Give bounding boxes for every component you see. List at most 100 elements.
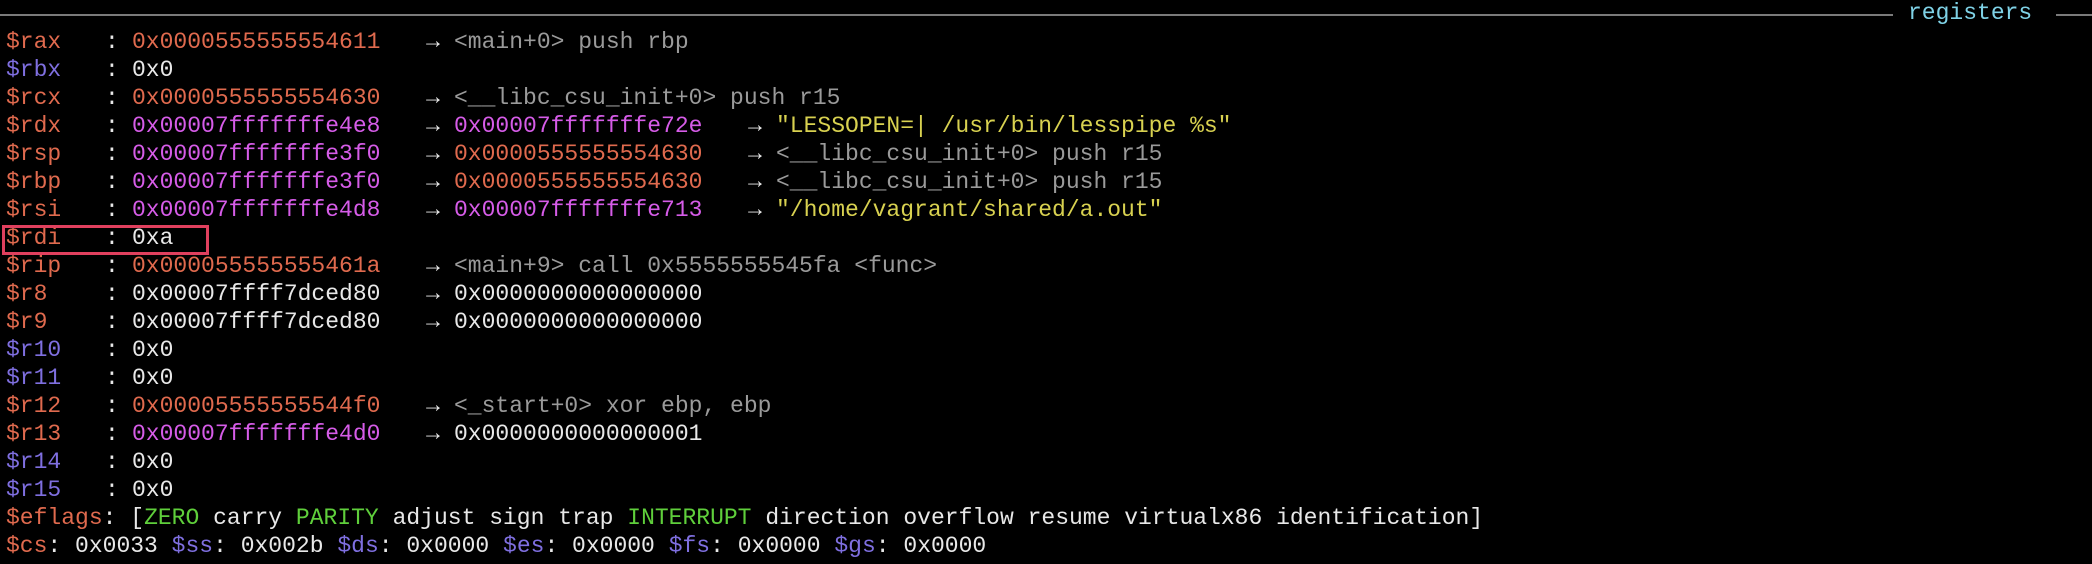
register-value: 0x0 [132,57,174,83]
dereference-arrow: → [748,141,762,167]
dereferenced-value: 0x00007fffffffe72e [454,113,703,139]
register-name: $r11 [6,365,62,391]
dereferenced-value: <main+0> push rbp [454,29,689,55]
terminal-window: registers $rax: 0x0000555555554611 → <main+… [0,0,2092,564]
segment-register-name: $ds [337,533,379,559]
eflag-item: adjust [392,505,476,531]
dereference-arrow: → [426,29,440,55]
register-name: $r8 [6,281,48,307]
register-name: $rcx [6,85,62,111]
dereferenced-value: 0x00007fffffffe713 [454,197,703,223]
register-list: $rax: 0x0000555555554611 → <main+0> push rb… [6,28,1231,504]
register-row: $rdx:0x00007fffffffe4e8 → 0x00007fffffffe7… [6,112,1231,140]
dereference-arrow: → [426,393,440,419]
register-value: 0x0000555555554630 [132,85,381,111]
register-value: 0x00007fffffffe3f0 [132,141,381,167]
eflag-item: virtualx86 [1124,505,1263,531]
register-value: 0x0 [132,365,174,391]
segment-colon: : [710,533,738,559]
eflags-name: $eflags [6,505,103,531]
register-colon: : [105,421,119,447]
register-row: $rcx:0x0000555555554630 → <__libc_csu_init… [6,84,1231,112]
register-name: $rip [6,253,62,279]
register-row: $r13:0x00007fffffffe4d0 → 0x00000000000000… [6,420,1231,448]
segment-register-value: 0x0033 [75,533,158,559]
register-colon: : [105,337,119,363]
segment-colon: : [47,533,76,559]
dereference-arrow: → [426,421,440,447]
segment-register-value: 0x0000 [737,533,821,559]
register-name: $rbp [6,169,62,195]
register-value: 0x0000555555554611 [132,29,381,55]
register-value: 0x00007fffffffe4e8 [132,113,381,139]
eflags-close-bracket: ] [1469,505,1484,531]
register-colon: : [105,141,119,167]
register-row: $r12:0x00005555555544f0 → <_start+0> xor e… [6,392,1231,420]
eflag-item: identification [1276,505,1470,531]
register-name: $rdx [6,113,62,139]
eflag-item: PARITY [295,505,379,531]
segment-colon: : [544,533,573,559]
segment-register-name: $es [503,533,545,559]
segment-colon: : [875,533,904,559]
dereferenced-value: <__libc_csu_init+0> push r15 [454,85,841,111]
dereferenced-value: <main+9> call 0x5555555545fa <func> [454,253,938,279]
register-name: $r13 [6,421,62,447]
dereferenced-value-2: "/home/vagrant/shared/a.out" [776,197,1163,223]
register-row: $r10:0x0 [6,336,1231,364]
dereference-arrow: → [426,141,440,167]
eflags-row: $eflags: [ZERO carry PARITY adjust sign … [6,504,1483,532]
register-row: $r9:0x00007ffff7dced80 → 0x000000000000000… [6,308,1231,336]
register-value: 0x00007ffff7dced80 [132,281,381,307]
eflag-item: carry [213,505,283,531]
register-row: $r15:0x0 [6,476,1231,504]
dereference-arrow: → [426,253,440,279]
register-colon: : [105,449,119,475]
register-colon: : [105,365,119,391]
register-name: $r9 [6,309,48,335]
register-value: 0x000055555555461a [132,253,381,279]
register-row: $rbx:0x0 [6,56,1231,84]
dereference-arrow: → [426,281,440,307]
header-rule-left [0,14,1893,16]
segment-registers-row: $cs: 0x0033 $ss: 0x002b $ds: 0x0000 $es:… [6,532,986,560]
register-name: $rax [6,29,62,55]
dereference-arrow: → [426,113,440,139]
register-value: 0x0 [132,337,174,363]
highlight-box [2,225,209,255]
register-value: 0x00007fffffffe3f0 [132,169,381,195]
register-value: 0x00007ffff7dced80 [132,309,381,335]
register-name: $rbx [6,57,62,83]
register-colon: : [105,113,119,139]
dereference-arrow: → [748,169,762,195]
register-name: $r15 [6,477,62,503]
register-row: $r11:0x0 [6,364,1231,392]
dereference-arrow: → [426,85,440,111]
dereference-arrow: → [748,197,762,223]
segment-register-name: $fs [668,533,711,559]
segment-register-name: $gs [834,533,876,559]
dereferenced-value: 0x0000000000000000 [454,281,703,307]
eflag-item: INTERRUPT [627,505,752,531]
register-colon: : [105,477,119,503]
register-colon: : [105,253,119,279]
register-value: 0x00007fffffffe4d8 [132,197,381,223]
register-row: $rsi:0x00007fffffffe4d8 → 0x00007fffffffe7… [6,196,1231,224]
register-name: $r14 [6,449,62,475]
eflag-item: overflow [903,505,1014,531]
dereferenced-value: <_start+0> xor ebp, ebp [454,393,772,419]
segment-register-value: 0x0000 [572,533,655,559]
segment-colon: : [378,533,407,559]
eflag-item: ZERO [144,505,200,531]
register-name: $rsi [6,197,62,223]
dereferenced-value-2: <__libc_csu_init+0> push r15 [776,169,1163,195]
register-row: $rsp:0x00007fffffffe3f0 → 0x00005555555546… [6,140,1231,168]
eflag-item: trap [558,505,614,531]
register-name: $rsp [6,141,62,167]
registers-header: registers [0,0,2092,28]
register-value: 0x0 [132,449,174,475]
dereference-arrow: → [748,113,762,139]
header-rule-right [2056,14,2092,16]
register-colon: : [105,169,119,195]
dereference-arrow: → [426,197,440,223]
